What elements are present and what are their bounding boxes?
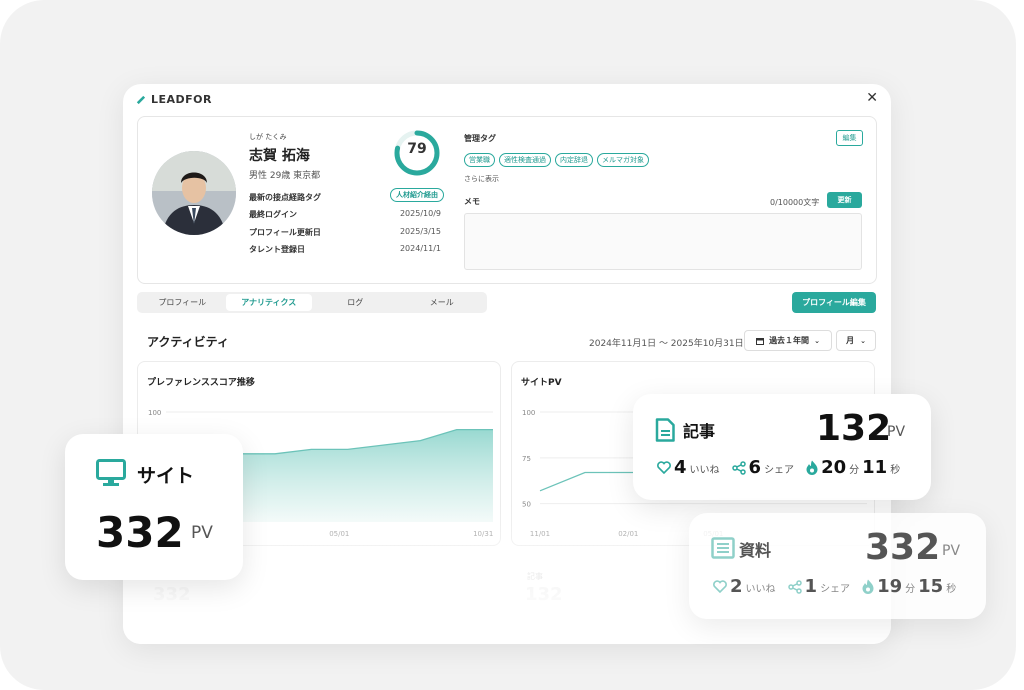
chart-title: サイトPV xyxy=(521,378,562,388)
profile-card: しが たくみ 志賀 拓海 男性 29歳 東京都 最新の接点経路タグ 最終ログイン… xyxy=(137,116,877,284)
preference-score: 79 xyxy=(407,141,427,157)
y-tick-label: 75 xyxy=(522,455,531,463)
flame-icon xyxy=(806,460,818,475)
share-icon xyxy=(787,579,802,594)
likes-count: 4 xyxy=(674,457,687,478)
activity-title: アクティビティ xyxy=(147,335,229,349)
calendar-icon xyxy=(756,337,765,345)
last-login-label: 最終ログイン xyxy=(249,210,297,219)
monitor-icon xyxy=(96,459,126,486)
period-select[interactable]: 過去１年間 ⌄ xyxy=(744,330,832,351)
article-card-value: 132 xyxy=(816,408,892,449)
y-tick-label: 100 xyxy=(148,409,161,417)
tab-mail[interactable]: メール xyxy=(399,294,486,311)
site-card-label: サイト xyxy=(137,465,195,487)
chart-title: プレファレンススコア推移 xyxy=(147,378,255,388)
admin-tags-title: 管理タグ xyxy=(464,134,496,143)
profile-updated-label: プロフィール更新日 xyxy=(249,228,321,237)
period-select-value: 過去１年間 xyxy=(769,336,810,345)
doc-stats: 2 いいね 1 シェア 19 分 15 秒 xyxy=(713,576,956,597)
shares-label: シェア xyxy=(820,584,851,595)
flame-icon xyxy=(862,579,874,594)
memo-label: メモ xyxy=(464,197,480,206)
tab-analytics[interactable]: アナリティクス xyxy=(225,294,312,311)
heart-icon xyxy=(657,461,671,474)
profile-edit-button[interactable]: プロフィール編集 xyxy=(792,292,876,313)
latest-route-label: 最新の接点経路タグ xyxy=(249,193,321,202)
tag-item[interactable]: 営業職 xyxy=(464,153,495,167)
site-pv-card: サイト 332 PV xyxy=(65,434,243,580)
likes-stat: 2 いいね xyxy=(713,576,776,597)
shares-stat: 1 シェア xyxy=(787,576,851,597)
last-login-value: 2025/10/9 xyxy=(399,209,441,218)
minutes-label: 分 xyxy=(849,465,860,476)
seconds-label: 秒 xyxy=(890,465,901,476)
site-card-unit: PV xyxy=(191,523,213,543)
edit-tags-button[interactable]: 編集 xyxy=(836,130,863,146)
likes-stat: 4 いいね xyxy=(657,457,720,478)
document-icon xyxy=(655,418,675,442)
seconds-label: 秒 xyxy=(946,584,957,595)
tag-item[interactable]: メルマガ対象 xyxy=(597,153,649,167)
tab-bar: プロフィール アナリティクス ログ メール xyxy=(137,292,487,313)
candidate-name: 志賀 拓海 xyxy=(249,148,310,164)
memo-textarea[interactable] xyxy=(464,213,862,270)
likes-label: いいね xyxy=(689,465,720,476)
tag-item[interactable]: 適性検査通過 xyxy=(499,153,551,167)
brand-logo: LEADFOR xyxy=(135,93,212,106)
shares-stat: 6 シェア xyxy=(731,457,795,478)
leadfor-logo-icon xyxy=(136,95,146,105)
unit-select[interactable]: 月 ⌄ xyxy=(836,330,876,351)
seconds-value: 11 xyxy=(862,457,888,478)
memo-update-button[interactable]: 更新 xyxy=(827,192,862,208)
name-kana: しが たくみ xyxy=(249,133,287,141)
time-stat: 19 分 15 秒 xyxy=(862,576,956,597)
date-range: 2024年11月1日 〜 2025年10月31日 xyxy=(589,339,744,349)
registered-value: 2024/11/1 xyxy=(399,244,441,253)
brand-name: LEADFOR xyxy=(151,93,213,106)
unit-select-value: 月 xyxy=(846,336,855,345)
article-card-label: 記事 xyxy=(683,422,716,441)
close-icon[interactable]: ✕ xyxy=(866,90,878,106)
time-stat: 20 分 11 秒 xyxy=(806,457,900,478)
tag-item[interactable]: 内定辞退 xyxy=(555,153,593,167)
share-icon xyxy=(731,460,746,475)
show-more-link[interactable]: さらに表示 xyxy=(464,174,499,184)
route-badge: 人材紹介経由 xyxy=(390,188,444,202)
heart-icon xyxy=(713,580,727,593)
doc-card-value: 332 xyxy=(865,527,941,568)
tag-list: 営業職 適性検査通過 内定辞退 メルマガ対象 xyxy=(464,153,649,167)
minutes-label: 分 xyxy=(905,584,916,595)
site-card-value: 332 xyxy=(96,508,184,557)
candidate-meta: 男性 29歳 東京都 xyxy=(249,171,321,181)
likes-count: 2 xyxy=(730,576,743,597)
chevron-down-icon: ⌄ xyxy=(814,336,820,345)
list-document-icon xyxy=(711,537,735,559)
shares-count: 1 xyxy=(804,576,818,597)
seconds-value: 15 xyxy=(918,576,944,597)
article-card-unit: PV xyxy=(887,424,906,440)
shares-label: シェア xyxy=(764,465,795,476)
tab-log[interactable]: ログ xyxy=(312,294,399,311)
avatar xyxy=(152,151,236,235)
chevron-down-icon: ⌄ xyxy=(860,336,866,345)
doc-card-unit: PV xyxy=(942,543,961,559)
article-stats: 4 いいね 6 シェア 20 分 11 秒 xyxy=(657,457,900,478)
y-tick-label: 100 xyxy=(522,409,535,417)
doc-card-label: 資料 xyxy=(739,541,772,560)
shares-count: 6 xyxy=(748,457,762,478)
article-pv-card: 記事 132 PV 4 いいね 6 シェア 20 分 11 秒 xyxy=(633,394,931,500)
profile-updated-value: 2025/3/15 xyxy=(399,227,441,236)
document-pv-card: 資料 332 PV 2 いいね 1 シェア 19 分 15 秒 xyxy=(689,513,986,619)
likes-label: いいね xyxy=(745,584,776,595)
minutes-value: 20 xyxy=(821,457,847,478)
tab-profile[interactable]: プロフィール xyxy=(139,294,226,311)
memo-char-count: 0/10000文字 xyxy=(770,198,820,207)
minutes-value: 19 xyxy=(877,576,903,597)
registered-label: タレント登録日 xyxy=(249,245,305,254)
